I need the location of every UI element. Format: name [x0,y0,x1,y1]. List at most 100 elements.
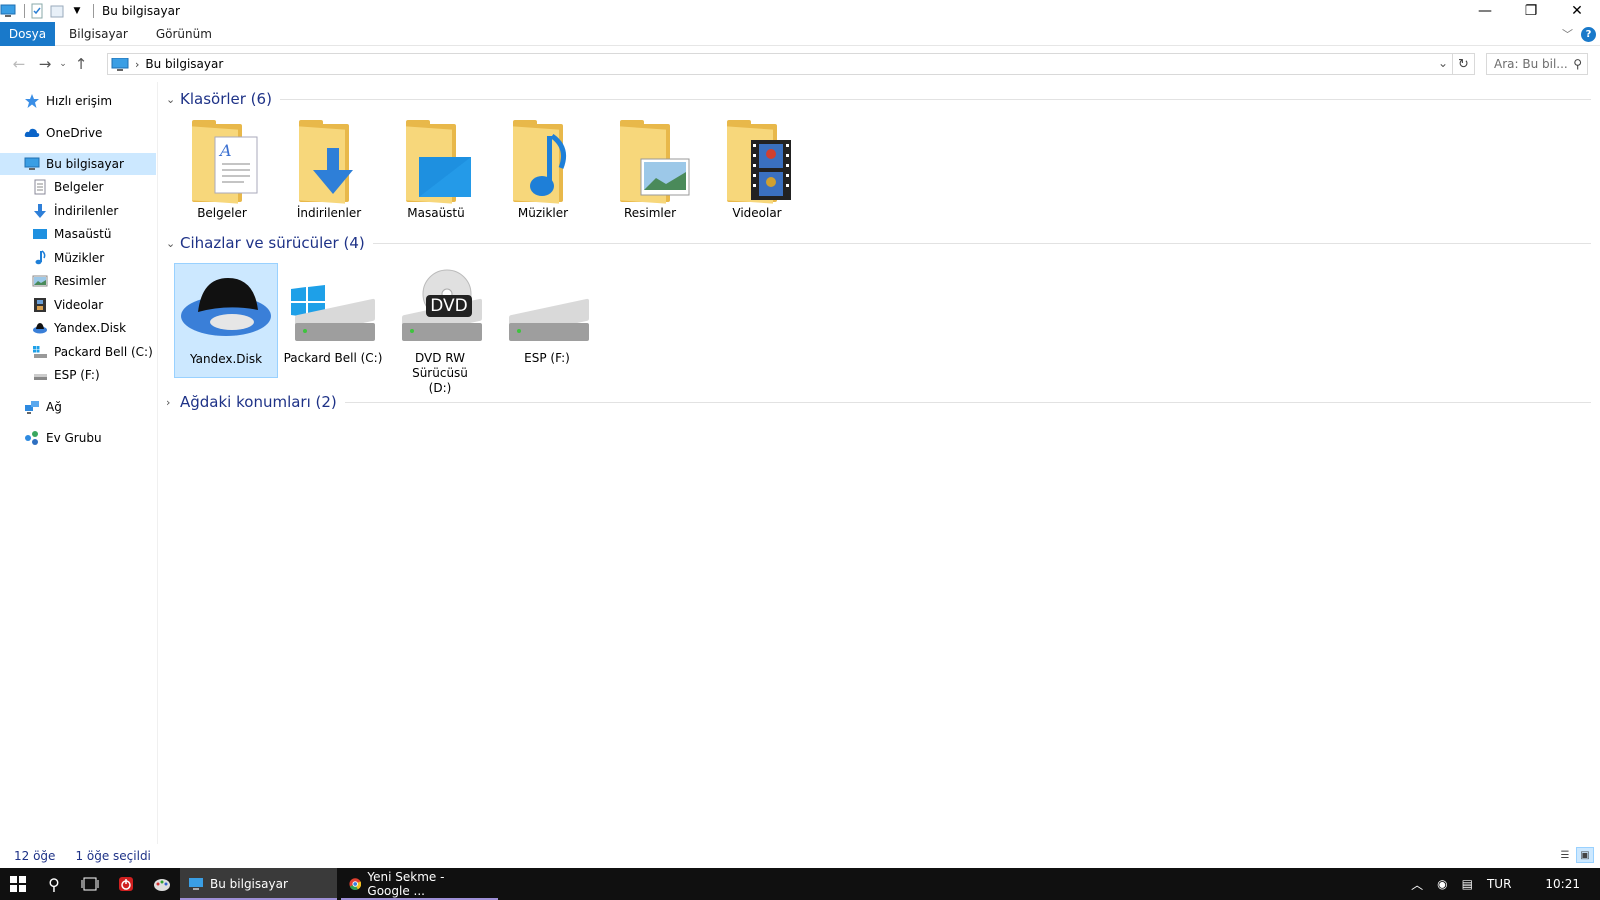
folder-tile-documents[interactable]: A Belgeler [170,118,274,228]
sidebar-item-pictures[interactable]: Resimler [32,270,106,292]
breadcrumb-chevron-icon[interactable]: › [135,58,139,71]
dvd-drive-icon: DVD [392,263,488,351]
forward-button[interactable]: → [34,53,56,75]
clock[interactable]: 10:21 [1545,877,1580,891]
drive-tile-yandex-disk[interactable]: Yandex.Disk [174,263,278,378]
close-button[interactable]: ✕ [1554,0,1600,22]
expand-ribbon-icon[interactable]: ﹀ [1562,26,1573,42]
drive-label: ESP (F:) [524,351,570,365]
details-view-icon[interactable]: ☰ [1556,847,1574,863]
yandex-disk-icon [178,264,274,352]
refresh-button[interactable]: ↻ [1452,53,1474,75]
drive-label: DVD RW Sürücüsü (D:) [412,351,468,395]
folder-tile-downloads[interactable]: İndirilenler [277,118,381,228]
search-icon[interactable]: ⚲ [1573,57,1582,71]
system-tray: ︿ ◉ ▤ TUR 10:21 [1411,868,1600,900]
group-header-network[interactable]: › Ağdaki konumları (2) [166,391,1591,413]
up-button[interactable]: ↑ [70,53,92,75]
sidebar-item-label: Hızlı erişim [46,94,113,108]
expand-chevron-icon[interactable]: › [166,396,178,409]
selection-count: 1 öğe seçildi [75,849,151,863]
ribbon-tabs: Dosya Bilgisayar Görünüm ﹀ ? [0,21,1600,46]
dvd-badge: DVD [426,295,472,317]
drive-tile-c[interactable]: Packard Bell (C:) [281,263,385,378]
status-bar: 12 öğe 1 öğe seçildi ☰ ▣ [0,844,1600,868]
sidebar-item-label: Ağ [46,400,62,414]
desktop-icon [32,226,48,242]
search-input[interactable]: Ara: Bu bil... ⚲ [1486,53,1588,75]
sidebar-item-desktop[interactable]: Masaüstü [32,223,111,245]
sidebar-item-label: ESP (F:) [54,368,100,382]
sidebar-item-label: Masaüstü [54,227,112,241]
customize-toolbar-icon[interactable]: ▼ [69,3,85,19]
folder-label: Masaüstü [407,206,465,220]
new-folder-icon[interactable] [49,3,65,19]
quick-access-toolbar: ▼ [0,0,98,22]
task-view-icon[interactable] [72,868,108,900]
drive-label: Packard Bell (C:) [283,351,383,365]
computer-icon [189,878,203,890]
address-bar[interactable]: › Bu bilgisayar ⌄ ↻ [107,53,1475,75]
notifications-icon[interactable]: ▤ [1462,877,1473,891]
navigation-pane: Hızlı erişim OneDrive Bu bilgisayar Belg… [0,82,158,844]
folder-tile-videos[interactable]: Videolar [705,118,809,228]
properties-icon[interactable] [29,3,45,19]
sidebar-item-downloads[interactable]: İndirilenler [32,200,118,222]
sidebar-item-yandex-disk[interactable]: Yandex.Disk [32,317,126,339]
drive-tile-dvd[interactable]: DVD DVD RW Sürücüsü (D:) [388,263,492,395]
sidebar-item-label: İndirilenler [54,204,119,218]
sidebar-item-music[interactable]: Müzikler [32,247,104,269]
help-button[interactable]: ? [1581,26,1596,42]
sidebar-item-onedrive[interactable]: OneDrive [24,122,102,144]
drive-tile-f[interactable]: ESP (F:) [495,263,599,378]
drive-icon [32,344,48,360]
restore-button[interactable]: ❐ [1508,0,1554,22]
breadcrumb[interactable]: Bu bilgisayar [145,57,223,71]
music-icon [32,250,48,266]
sidebar-item-this-pc[interactable]: Bu bilgisayar [0,153,156,175]
hard-drive-icon [499,263,595,351]
folder-label: Belgeler [197,206,247,220]
sidebar-item-documents[interactable]: Belgeler [32,176,104,198]
large-icons-view-icon[interactable]: ▣ [1576,847,1594,863]
language-indicator[interactable]: TUR [1487,877,1511,891]
folder-tile-pictures[interactable]: Resimler [598,118,702,228]
videos-folder-icon [709,118,805,206]
collapse-chevron-icon[interactable]: ⌄ [166,237,178,250]
folder-tile-music[interactable]: Müzikler [491,118,595,228]
paint-app-icon[interactable] [144,868,180,900]
group-header-devices[interactable]: ⌄ Cihazlar ve sürücüler (4) [166,232,1591,254]
taskbar-app-file-explorer[interactable]: Bu bilgisayar [180,868,337,900]
title-bar: ▼ Bu bilgisayar — ❐ ✕ [0,0,1600,22]
folder-tile-desktop[interactable]: Masaüstü [384,118,488,228]
recent-locations-button[interactable]: ⌄ [56,53,70,75]
group-header-folders[interactable]: ⌄ Klasörler (6) [166,88,1591,110]
star-icon [24,93,40,109]
sidebar-item-quick-access[interactable]: Hızlı erişim [24,90,112,112]
computer-icon [111,57,129,71]
sidebar-item-videos[interactable]: Videolar [32,294,103,316]
tab-file[interactable]: Dosya [0,21,55,46]
sidebar-item-drive-f[interactable]: ESP (F:) [32,364,100,386]
sidebar-item-homegroup[interactable]: Ev Grubu [24,427,102,449]
taskbar-app-chrome[interactable]: Yeni Sekme - Google ... [341,868,498,900]
picture-icon [32,273,48,289]
svg-text:A: A [218,141,232,160]
sidebar-item-label: Müzikler [54,251,105,265]
minimize-button[interactable]: — [1462,0,1508,22]
collapse-chevron-icon[interactable]: ⌄ [166,93,178,106]
computer-icon[interactable] [0,3,16,19]
search-icon[interactable]: ⚲ [36,868,72,900]
show-hidden-icons-icon[interactable]: ︿ [1411,876,1423,893]
tab-view[interactable]: Görünüm [142,22,226,46]
documents-folder-icon: A [174,118,270,206]
sidebar-item-drive-c[interactable]: Packard Bell (C:) [32,341,153,363]
tab-computer[interactable]: Bilgisayar [55,22,142,46]
power-app-icon[interactable] [108,868,144,900]
sidebar-item-network[interactable]: Ağ [24,396,62,418]
start-button[interactable] [0,868,36,900]
back-button[interactable]: ← [8,53,30,75]
address-dropdown-icon[interactable]: ⌄ [1438,56,1448,70]
sidebar-item-label: Belgeler [54,180,104,194]
network-status-icon[interactable]: ◉ [1437,877,1447,891]
